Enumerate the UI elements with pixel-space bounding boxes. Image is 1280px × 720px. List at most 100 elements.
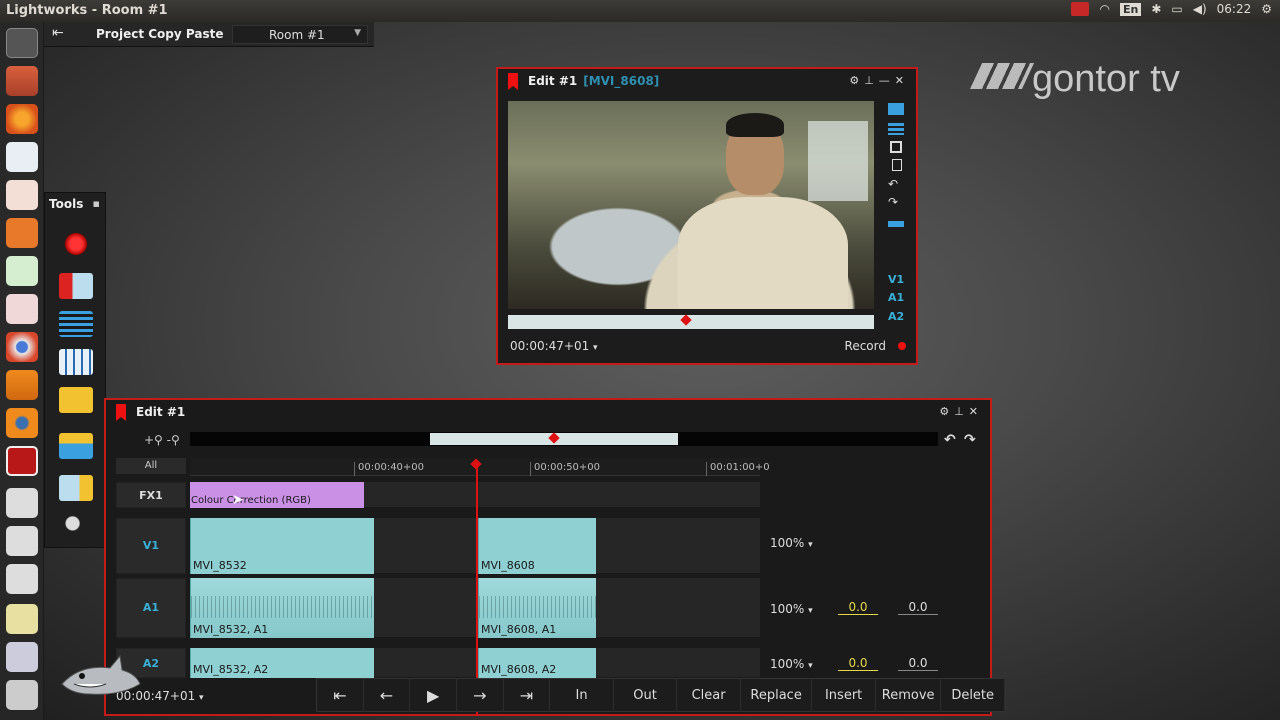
exit-project-icon[interactable]: ⇤: [52, 25, 78, 41]
viewer-track-a1[interactable]: A1: [888, 291, 904, 304]
track-header-a1[interactable]: A1: [116, 578, 186, 638]
wifi-icon[interactable]: ◠: [1099, 2, 1109, 16]
gontor-tv-watermark: gontor tv: [969, 58, 1180, 101]
play-button[interactable]: ▶: [410, 678, 457, 712]
minimize-icon[interactable]: —: [879, 74, 890, 87]
room-selector[interactable]: Room #1 ▼: [232, 25, 368, 44]
search-tool-icon[interactable]: [59, 387, 93, 413]
track-lane-v1[interactable]: MVI_8532 MVI_8608: [190, 518, 760, 574]
import-tool-icon[interactable]: [59, 273, 93, 299]
step-back-button[interactable]: ←: [364, 678, 411, 712]
all-tracks-button[interactable]: All: [116, 458, 186, 474]
vlc-icon[interactable]: [6, 370, 38, 400]
drive-icon-3[interactable]: [6, 564, 38, 594]
mark-out-button[interactable]: Out: [614, 678, 678, 712]
track-header-v1[interactable]: V1: [116, 518, 186, 574]
pin-icon[interactable]: ⊥: [954, 405, 964, 418]
viewer-scrub-bar[interactable]: [508, 315, 874, 329]
step-forward-button[interactable]: →: [457, 678, 504, 712]
fit-icon[interactable]: [892, 159, 902, 171]
settings-gear-icon[interactable]: ⚙: [849, 74, 859, 87]
users-tool-icon[interactable]: [59, 513, 93, 539]
upload-icon[interactable]: [888, 215, 904, 227]
undo-icon[interactable]: ↶: [944, 432, 956, 448]
text-editor-icon[interactable]: [6, 604, 38, 634]
viewer-timecode[interactable]: 00:00:47+01 ▾: [510, 339, 598, 353]
remove-button[interactable]: Remove: [876, 678, 942, 712]
chrome-icon[interactable]: [6, 332, 38, 362]
video-frame[interactable]: [508, 101, 874, 309]
audio-clip[interactable]: MVI_8532, A1: [190, 578, 374, 638]
track-lane-a1[interactable]: MVI_8532, A1 MVI_8608, A1: [190, 578, 760, 638]
lightworks-icon[interactable]: [6, 446, 38, 476]
track-header-fx1[interactable]: FX1: [116, 482, 186, 508]
blender-icon[interactable]: [6, 408, 38, 438]
scanner-icon[interactable]: [6, 642, 38, 672]
video-clip[interactable]: MVI_8608: [478, 518, 596, 574]
zoom-out-icon[interactable]: -⚲: [167, 433, 180, 447]
video-clip[interactable]: MVI_8532: [190, 518, 374, 574]
close-icon[interactable]: ✕: [969, 405, 978, 418]
playhead-marker[interactable]: [682, 315, 690, 329]
volume-icon[interactable]: ◀): [1193, 2, 1207, 16]
battery-icon[interactable]: ▭: [1171, 2, 1182, 16]
pan-field-a2-right[interactable]: 0.0: [898, 656, 938, 671]
drive-icon-2[interactable]: [6, 526, 38, 556]
close-icon[interactable]: ▪: [93, 197, 100, 210]
redo-icon[interactable]: ↷: [964, 432, 976, 448]
dash-home-icon[interactable]: [6, 28, 38, 58]
writer-icon[interactable]: [6, 142, 38, 172]
sequence-tool-icon[interactable]: [59, 311, 93, 337]
close-icon[interactable]: ✕: [895, 74, 904, 87]
timeline-overview-bar[interactable]: [190, 432, 938, 446]
pan-field-a1-left[interactable]: 0.0: [838, 600, 878, 615]
undo-icon[interactable]: ↶: [888, 177, 904, 191]
system-gear-icon[interactable]: ⚙: [1261, 2, 1272, 16]
record-tool-icon[interactable]: [65, 233, 87, 255]
files-app-icon[interactable]: [6, 66, 38, 96]
audio-clip[interactable]: MVI_8532, A2: [190, 648, 374, 678]
printer-icon[interactable]: [6, 680, 38, 710]
frame-icon[interactable]: [890, 141, 902, 153]
bins-tool-icon[interactable]: [59, 349, 93, 375]
screen-record-icon[interactable]: [1071, 2, 1090, 16]
zoom-in-icon[interactable]: +⚲: [144, 433, 163, 447]
pin-icon[interactable]: ⊥: [864, 74, 874, 87]
record-label[interactable]: Record: [845, 339, 886, 353]
impress-icon[interactable]: [6, 180, 38, 210]
mark-in-button[interactable]: In: [550, 678, 614, 712]
redo-icon[interactable]: ↷: [888, 195, 904, 209]
go-to-end-button[interactable]: ⇥: [504, 678, 551, 712]
effect-clip[interactable]: Colour Correction (RGB): [190, 482, 364, 508]
audio-clip[interactable]: MVI_8608, A2: [478, 648, 596, 678]
drive-icon[interactable]: [6, 488, 38, 518]
pan-field-a2-left[interactable]: 0.0: [838, 656, 878, 671]
replace-button[interactable]: Replace: [741, 678, 813, 712]
export-tool-icon[interactable]: [59, 433, 93, 459]
layout-icon[interactable]: [888, 123, 904, 135]
keyboard-language-indicator[interactable]: En: [1119, 2, 1142, 16]
track-lane-a2[interactable]: MVI_8532, A2 MVI_8608, A2: [190, 648, 760, 678]
record-dot-icon[interactable]: [898, 342, 906, 350]
settings-gear-icon[interactable]: ⚙: [939, 405, 949, 418]
track-level-a1[interactable]: 100% ▾: [770, 602, 813, 616]
viewer-track-v1[interactable]: V1: [888, 273, 904, 286]
track-lane-fx1[interactable]: Colour Correction (RGB) ➤: [190, 482, 760, 508]
software-center-icon[interactable]: [6, 218, 38, 248]
bluetooth-icon[interactable]: ✱: [1151, 2, 1161, 16]
pan-field-a1-right[interactable]: 0.0: [898, 600, 938, 615]
draw-icon[interactable]: [6, 294, 38, 324]
calc-icon[interactable]: [6, 256, 38, 286]
track-level-a2[interactable]: 100% ▾: [770, 657, 813, 671]
folder-icon[interactable]: [888, 103, 904, 115]
send-tool-icon[interactable]: [59, 475, 93, 501]
delete-button[interactable]: Delete: [941, 678, 1005, 712]
audio-clip[interactable]: MVI_8608, A1: [478, 578, 596, 638]
insert-button[interactable]: Insert: [812, 678, 876, 712]
clear-marks-button[interactable]: Clear: [677, 678, 741, 712]
go-to-start-button[interactable]: ⇤: [317, 678, 364, 712]
clock[interactable]: 06:22: [1217, 2, 1252, 16]
track-level-v1[interactable]: 100% ▾: [770, 536, 813, 550]
viewer-track-a2[interactable]: A2: [888, 310, 904, 323]
firefox-icon[interactable]: [6, 104, 38, 134]
